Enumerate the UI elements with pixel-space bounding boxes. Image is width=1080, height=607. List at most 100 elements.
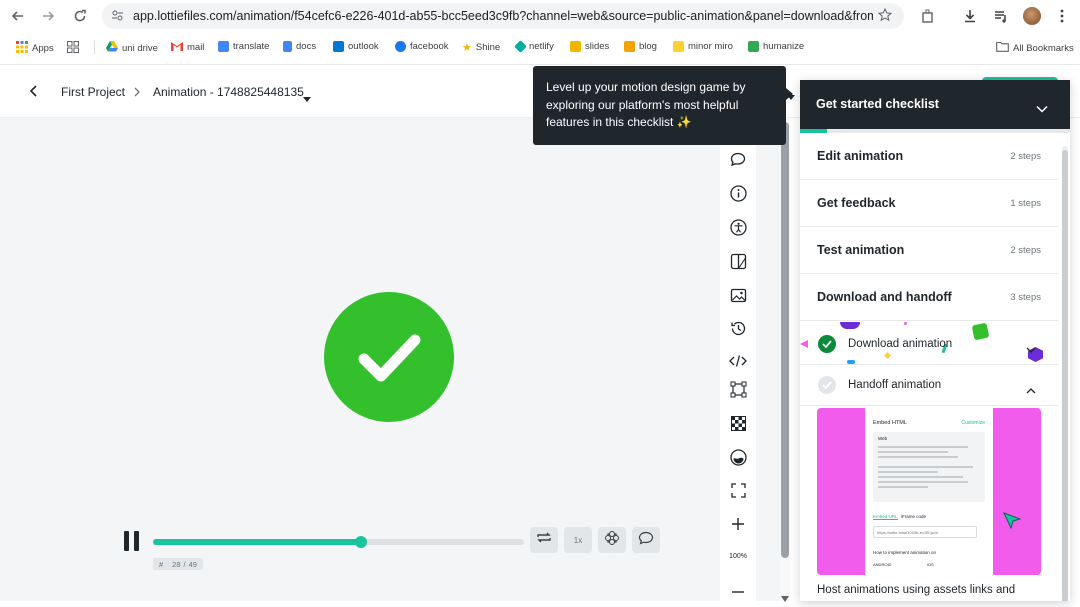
pause-icon[interactable] [123,531,141,556]
outlook-icon [333,41,344,52]
site-info-icon[interactable] [111,9,124,27]
bookmark-blog[interactable]: blog [624,41,657,52]
canvas-scrollbar-thumb[interactable] [781,122,789,558]
speed-button[interactable]: 1x [564,527,592,553]
zoom-out-icon[interactable] [728,582,748,602]
bookmark-label: facebook [410,41,449,52]
segment-icon [604,530,620,551]
segment-button[interactable] [598,527,626,553]
code-line [878,481,968,483]
progress-handle[interactable] [354,536,367,548]
comment-button[interactable] [632,527,660,553]
canvas-side-area [756,118,780,601]
profile-avatar-icon[interactable] [1022,6,1042,26]
transparency-grid-icon[interactable] [728,413,748,433]
section-title: Test animation [817,243,905,257]
translate-icon [218,41,229,52]
progress-fill [153,539,361,545]
download-icon[interactable] [960,6,980,26]
bookmark-netlify[interactable]: netlify [514,40,554,53]
bookmark-slides[interactable]: slides [570,41,609,52]
subitem-handoff-animation[interactable]: Handoff animation [800,365,1058,406]
fullscreen-icon[interactable] [728,480,748,500]
collapse-chevron-icon[interactable] [1026,381,1036,399]
address-bar[interactable]: app.lottiefiles.com/animation/f54cefc6-e… [102,3,904,29]
checkbox-unchecked-icon[interactable] [818,376,836,394]
speed-label: 1x [573,535,583,545]
caret-down-icon[interactable] [303,89,311,107]
code-line [878,486,928,488]
zoom-level: 100% [729,553,747,560]
bookmark-docs[interactable]: docs [283,41,316,52]
media-control-icon[interactable] [991,6,1011,26]
folder-icon [996,41,1009,55]
humanize-icon [748,41,759,52]
bookmark-apps[interactable]: Apps [16,41,54,56]
panel-scrollbar-thumb[interactable] [1062,150,1068,601]
bookmark-label: blog [639,41,657,52]
browser-toolbar: app.lottiefiles.com/animation/f54cefc6-e… [0,0,1080,32]
section-get-feedback[interactable]: Get feedback 1 steps [800,180,1058,227]
bookmark-mail[interactable]: mail [171,41,204,54]
checkbox-checked-icon[interactable] [818,335,836,353]
subitem-label: Download animation [848,338,953,350]
frame-prefix: # [159,559,164,569]
tab-groups-icon [67,41,79,56]
section-download-handoff[interactable]: Download and handoff 3 steps [800,274,1058,321]
expand-chevron-icon[interactable] [1026,340,1036,358]
breadcrumb-animation[interactable]: Animation - 1748825448135 [153,85,304,99]
scroll-down-arrow-icon[interactable] [781,589,789,607]
tooltip-text: Level up your motion design game by expl… [546,80,746,129]
section-test-animation[interactable]: Test animation 2 steps [800,227,1058,274]
back-arrow-icon[interactable] [8,6,28,26]
section-steps: 2 steps [1010,245,1041,256]
bookmark-translate[interactable]: translate [218,41,269,52]
code-line [878,471,938,473]
blogger-icon [624,41,635,52]
section-edit-animation[interactable]: Edit animation 2 steps [800,133,1058,180]
background-image-icon[interactable] [728,285,748,305]
breadcrumb-project[interactable]: First Project [61,85,125,99]
forward-arrow-icon[interactable] [38,6,58,26]
bookmark-facebook[interactable]: facebook [395,41,449,52]
frame-current: 28 [172,559,181,569]
extensions-icon[interactable] [918,6,938,26]
checklist-header[interactable]: Get started checklist [800,80,1070,129]
player-controls: # 28 / 49 1x [0,520,720,580]
theme-icon[interactable] [728,251,748,271]
platform-android: ANDROID [873,562,892,567]
code-icon[interactable] [728,351,748,371]
bookmark-outlook[interactable]: outlook [333,41,379,52]
link-text: https://lottie.host/1003b-ec1f5.json [877,530,938,535]
back-chevron-icon[interactable] [28,84,40,103]
bookmarks-bar: Apps uni drive mail translate docs outlo… [0,34,1080,60]
resize-frame-icon[interactable] [728,379,748,399]
bookmark-tab-groups[interactable] [67,41,79,56]
collapse-chevron-icon[interactable] [1036,100,1048,118]
all-bookmarks[interactable]: All Bookmarks [996,41,1074,55]
comment-tool-icon[interactable] [728,149,748,169]
bookmark-label: mail [187,42,205,53]
embed-title: Embed HTML [873,420,907,426]
bookmark-uni-drive[interactable]: uni drive [106,41,158,55]
color-drop-icon[interactable] [728,447,748,467]
section-steps: 1 steps [1010,198,1041,209]
accessibility-icon[interactable] [728,217,748,237]
frame-separator: / [183,559,186,569]
reload-icon[interactable] [70,6,90,26]
bookmark-minor-miro[interactable]: minor miro [673,41,733,52]
bookmark-star-icon[interactable] [877,7,893,27]
cursor-arrow-icon [1003,512,1022,535]
subitem-download-animation[interactable]: Download animation [800,324,1058,365]
bookmark-shine[interactable]: ★ Shine [462,41,500,54]
bookmark-humanize[interactable]: humanize [748,41,804,52]
docs-icon [283,41,292,52]
history-icon[interactable] [728,318,748,338]
how-to-text: How to implement animation on [873,550,937,555]
loop-button[interactable] [530,527,558,553]
info-icon[interactable] [728,183,748,203]
zoom-in-icon[interactable] [728,514,748,534]
checklist-tooltip: Level up your motion design game by expl… [533,66,786,145]
section-steps: 3 steps [1010,292,1041,303]
browser-menu-icon[interactable] [1052,6,1072,26]
